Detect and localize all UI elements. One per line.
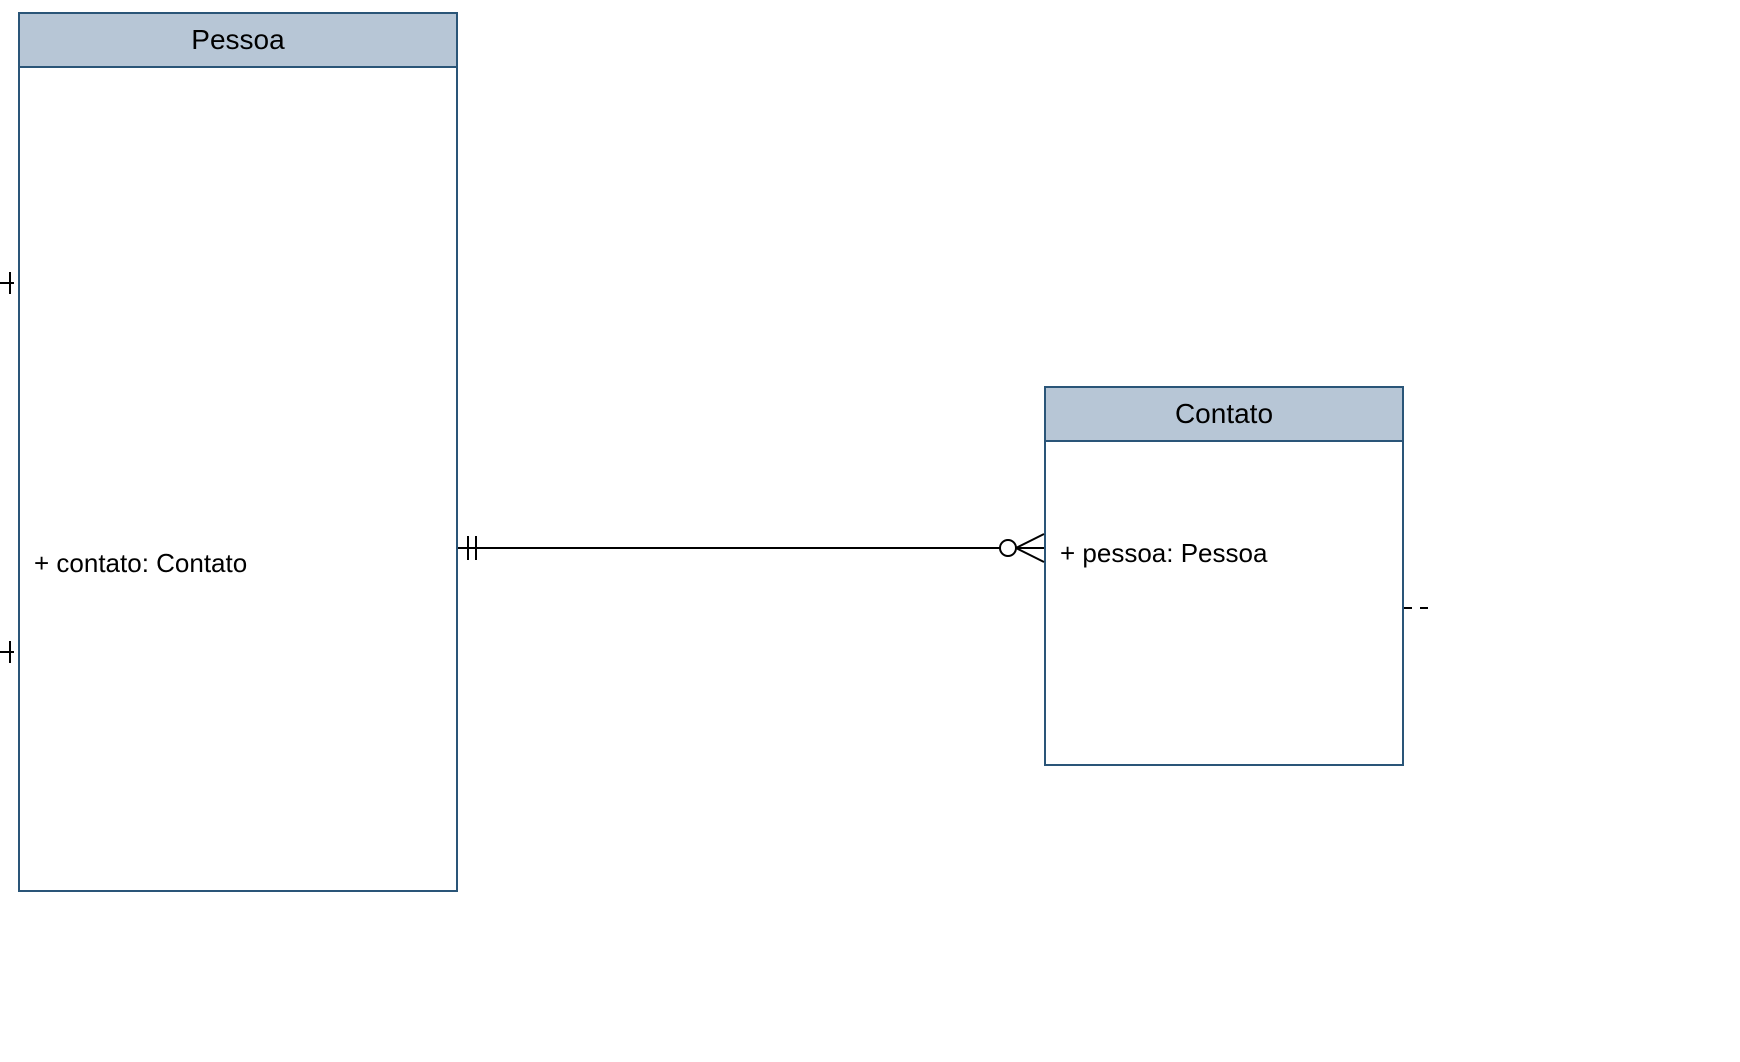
entity-contato-title: Contato — [1046, 388, 1402, 442]
attribute-pessoa-contato: + contato: Contato — [34, 548, 247, 579]
entity-pessoa-body: + contato: Contato — [20, 68, 456, 892]
entity-contato-body: + pessoa: Pessoa — [1046, 442, 1402, 766]
entity-pessoa[interactable]: Pessoa + contato: Contato — [18, 12, 458, 892]
entity-pessoa-title: Pessoa — [20, 14, 456, 68]
attribute-contato-pessoa: + pessoa: Pessoa — [1060, 538, 1267, 569]
entity-contato[interactable]: Contato + pessoa: Pessoa — [1044, 386, 1404, 766]
